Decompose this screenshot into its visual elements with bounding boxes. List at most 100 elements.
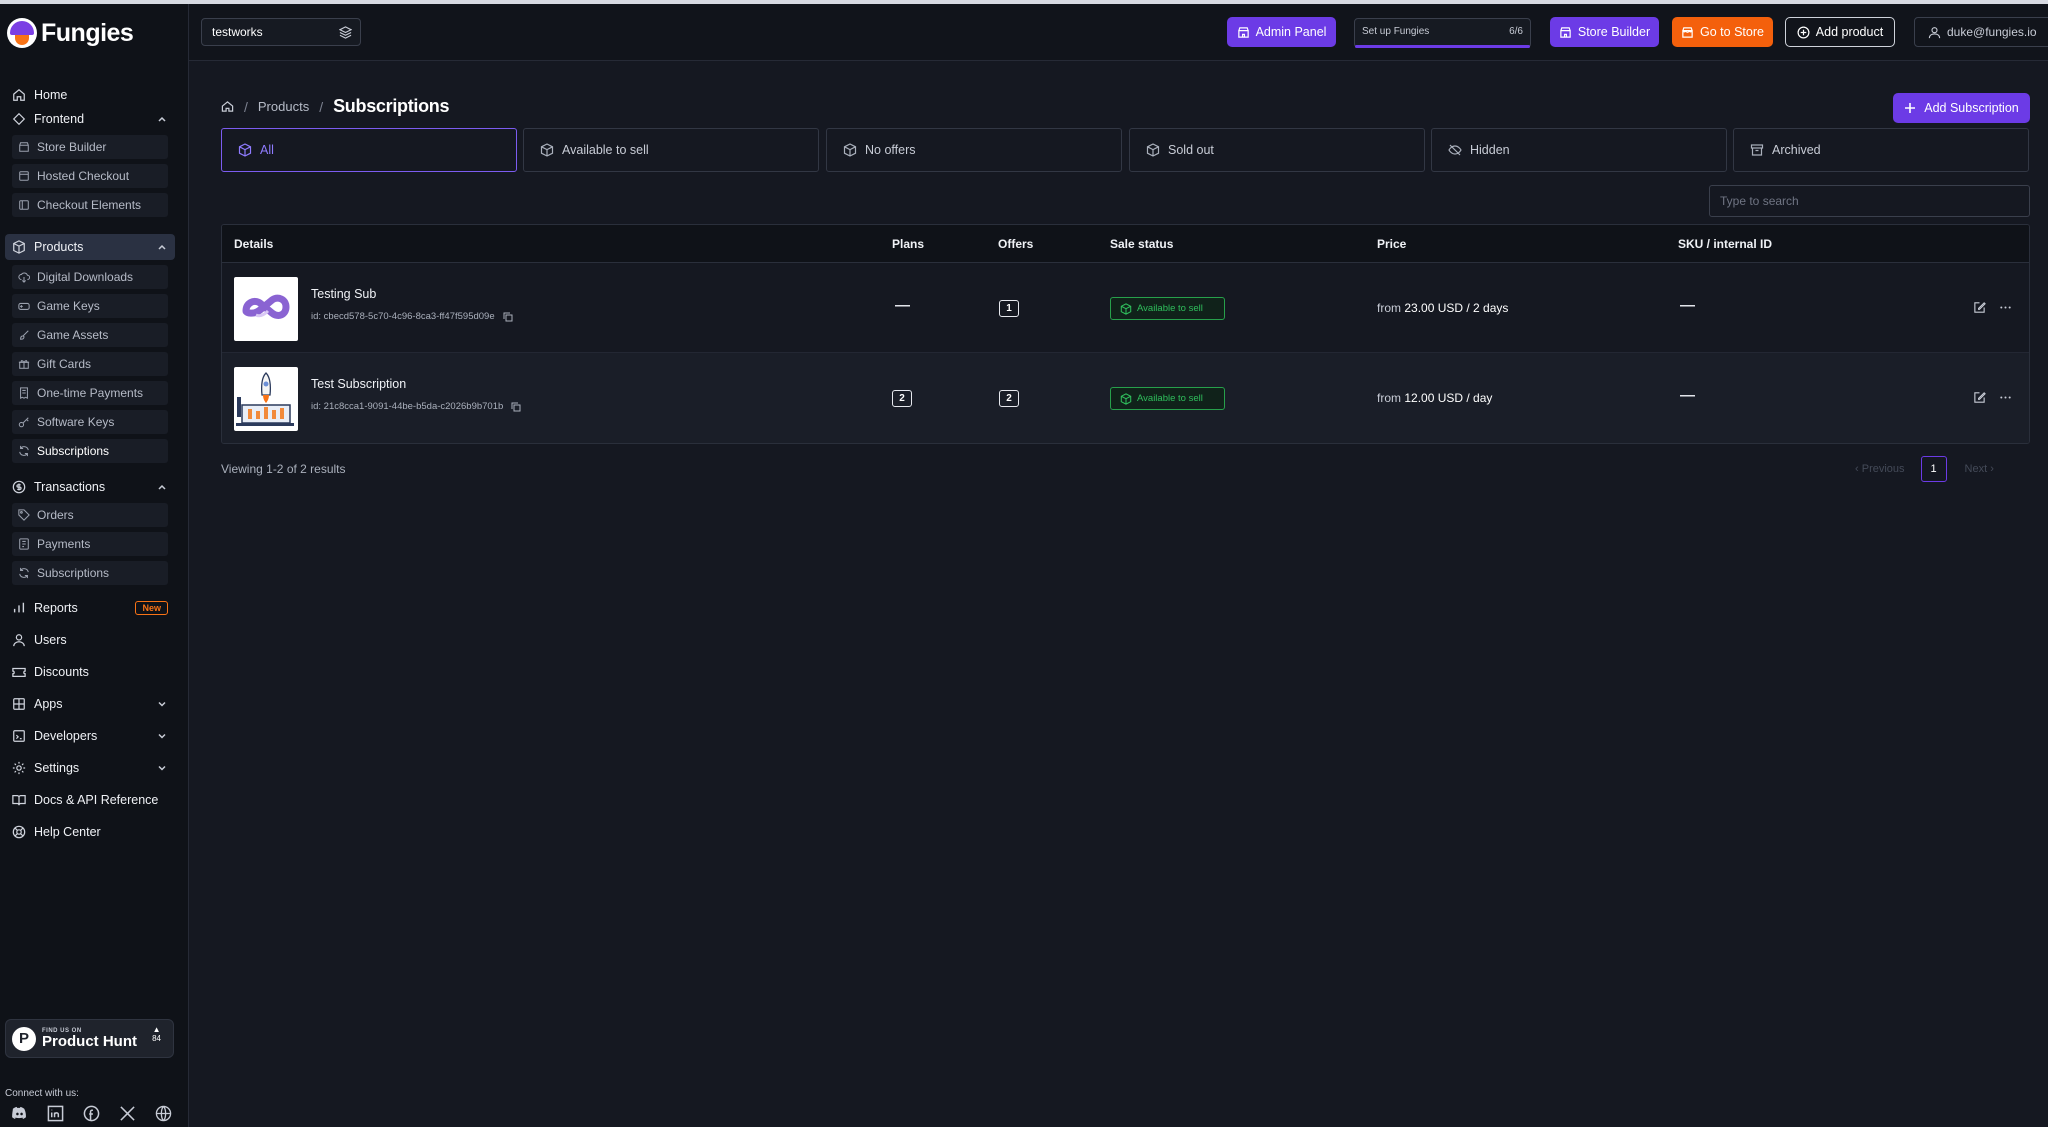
discord-icon[interactable] <box>11 1105 28 1122</box>
box-x-icon <box>1146 143 1160 157</box>
sidebar-item-developers[interactable]: Developers <box>5 723 175 749</box>
sidebar-item-checkout-elements[interactable]: Checkout Elements <box>12 193 168 217</box>
plus-circle-icon <box>1797 26 1810 38</box>
next-page-button[interactable]: Next › <box>1965 463 1994 475</box>
tab-sold-out[interactable]: Sold out <box>1129 128 1425 172</box>
sidebar-item-label: Subscriptions <box>37 444 110 458</box>
status-text: Available to sell <box>1137 393 1203 404</box>
search-input[interactable] <box>1709 185 2030 217</box>
product-hunt-badge[interactable]: P FIND US ON Product Hunt ▲ 84 <box>5 1019 174 1058</box>
sidebar-item-users[interactable]: Users <box>5 627 175 653</box>
sidebar-item-help[interactable]: Help Center <box>5 819 175 845</box>
product-name[interactable]: Testing Sub <box>311 287 376 301</box>
x-twitter-icon[interactable] <box>119 1105 136 1122</box>
facebook-icon[interactable] <box>83 1105 100 1122</box>
book-icon <box>12 795 26 806</box>
sidebar-item-docs[interactable]: Docs & API Reference <box>5 787 175 813</box>
brush-icon <box>20 330 29 340</box>
sidebar-item-label: Hosted Checkout <box>37 169 130 183</box>
sidebar-item-label: Store Builder <box>37 140 107 154</box>
add-subscription-label: Add Subscription <box>1924 101 2019 115</box>
linkedin-icon[interactable] <box>47 1105 64 1122</box>
sidebar-item-discounts[interactable]: Discounts <box>5 659 175 685</box>
offers-count[interactable]: 2 <box>999 390 1019 407</box>
chevron-down-icon <box>158 701 166 707</box>
sidebar-item-home[interactable]: Home <box>5 82 175 108</box>
sidebar-item-store-builder[interactable]: Store Builder <box>12 135 168 159</box>
sidebar-item-reports[interactable]: Reports New <box>5 595 175 621</box>
user-menu[interactable]: duke@fungies.io <box>1914 17 2048 47</box>
store-builder-label: Store Builder <box>1577 25 1651 39</box>
globe-icon[interactable] <box>155 1105 172 1122</box>
sidebar-item-label: Digital Downloads <box>37 270 134 284</box>
store-builder-button[interactable]: Store Builder <box>1550 17 1659 47</box>
table-row[interactable]: Testing Sub id: cbecd578-5c70-4c96-8ca3-… <box>222 263 2029 353</box>
sidebar-item-label: Game Assets <box>37 328 109 342</box>
page-1-button[interactable]: 1 <box>1920 456 1947 482</box>
sidebar-item-gift-cards[interactable]: Gift Cards <box>12 352 168 376</box>
copy-icon[interactable] <box>503 312 513 322</box>
product-id-text: id: 21c8cca1-9091-44be-b5da-c2026b9b701b <box>311 401 504 412</box>
offers-count[interactable]: 1 <box>999 300 1019 317</box>
table-row[interactable]: Test Subscription id: 21c8cca1-9091-44be… <box>222 353 2029 443</box>
sidebar-item-frontend[interactable]: Frontend <box>5 106 175 132</box>
setup-progress[interactable]: Set up Fungies 6/6 <box>1354 18 1531 48</box>
sidebar-item-transactions[interactable]: Transactions <box>5 474 175 500</box>
admin-panel-button[interactable]: Admin Panel <box>1227 17 1336 47</box>
more-options-icon[interactable] <box>1999 301 2012 314</box>
go-to-store-button[interactable]: Go to Store <box>1672 17 1773 47</box>
sidebar-item-digital-downloads[interactable]: Digital Downloads <box>12 265 168 289</box>
sidebar-item-label: Checkout Elements <box>37 198 142 212</box>
sidebar-item-transaction-subscriptions[interactable]: Subscriptions <box>12 561 168 585</box>
sidebar-item-label: Software Keys <box>37 415 115 429</box>
sidebar-item-apps[interactable]: Apps <box>5 691 175 717</box>
eye-off-icon <box>1448 144 1462 156</box>
box-check-icon <box>540 143 554 157</box>
more-options-icon[interactable] <box>1999 391 2012 404</box>
home-icon[interactable] <box>221 100 234 113</box>
breadcrumb-products[interactable]: Products <box>258 99 309 114</box>
sidebar-item-one-time-payments[interactable]: One-time Payments <box>12 381 168 405</box>
sidebar-item-label: Gift Cards <box>37 357 92 371</box>
tab-no-offers[interactable]: No offers <box>826 128 1122 172</box>
product-name[interactable]: Test Subscription <box>311 377 406 391</box>
edit-icon[interactable] <box>1973 301 1986 314</box>
dollar-circle-icon <box>12 480 26 494</box>
logo[interactable]: Fungies <box>7 18 134 48</box>
tab-archived[interactable]: Archived <box>1733 128 2029 172</box>
copy-icon[interactable] <box>511 402 521 412</box>
store-selector[interactable]: testworks <box>201 18 361 46</box>
add-subscription-button[interactable]: Add Subscription <box>1893 93 2030 123</box>
add-product-button[interactable]: Add product <box>1785 17 1895 47</box>
status-badge: Available to sell <box>1110 297 1225 320</box>
setup-progress-bar <box>1355 45 1530 48</box>
page-title: Subscriptions <box>333 96 450 116</box>
sidebar-item-hosted-checkout[interactable]: Hosted Checkout <box>12 164 168 188</box>
sidebar-item-products[interactable]: Products <box>5 234 175 260</box>
sidebar-item-software-keys[interactable]: Software Keys <box>12 410 168 434</box>
tab-all[interactable]: All <box>221 128 517 172</box>
home-icon <box>13 88 25 101</box>
sidebar-item-game-keys[interactable]: Game Keys <box>12 294 168 318</box>
sidebar-item-orders[interactable]: Orders <box>12 503 168 527</box>
tab-hidden[interactable]: Hidden <box>1431 128 1727 172</box>
product-id-text: id: cbecd578-5c70-4c96-8ca3-ff47f595d09e <box>311 311 495 322</box>
sidebar-item-label: Settings <box>34 761 80 775</box>
sidebar-item-game-assets[interactable]: Game Assets <box>12 323 168 347</box>
tab-label: Archived <box>1772 143 1821 157</box>
setup-count: 6/6 <box>1509 26 1523 37</box>
sidebar-item-payments[interactable]: Payments <box>12 532 168 556</box>
tab-available-to-sell[interactable]: Available to sell <box>523 128 819 172</box>
box-check-icon <box>1120 302 1132 315</box>
previous-page-button[interactable]: ‹ Previous <box>1855 463 1905 475</box>
plans-count[interactable]: 2 <box>892 390 912 407</box>
sidebar-item-label: Frontend <box>34 112 85 126</box>
price: from 23.00 USD / 2 days <box>1377 301 1508 315</box>
edit-icon[interactable] <box>1973 391 1986 404</box>
tab-label: All <box>260 143 274 157</box>
sidebar-item-settings[interactable]: Settings <box>5 755 175 781</box>
code-window-icon <box>13 730 25 742</box>
product-thumbnail <box>234 277 298 341</box>
price-prefix: from <box>1377 391 1401 405</box>
sidebar-item-subscriptions[interactable]: Subscriptions <box>12 439 168 463</box>
